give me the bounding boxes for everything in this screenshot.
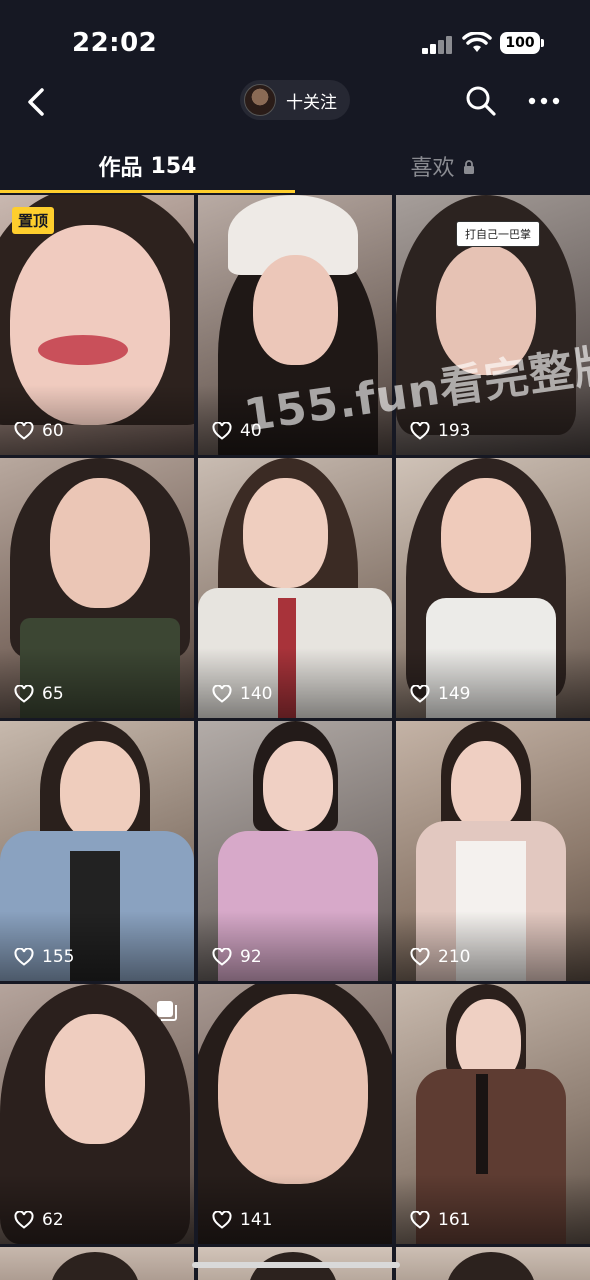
like-count-value: 149 bbox=[438, 684, 471, 704]
like-count-value: 161 bbox=[438, 1210, 471, 1230]
heart-icon bbox=[410, 948, 430, 966]
status-time: 22:02 bbox=[72, 28, 158, 58]
heart-icon bbox=[14, 422, 34, 440]
video-thumbnail[interactable]: 140 bbox=[198, 458, 392, 718]
pinned-badge: 置顶 bbox=[12, 207, 55, 234]
like-count: 161 bbox=[410, 1210, 470, 1230]
heart-icon bbox=[14, 1211, 34, 1229]
like-count-value: 65 bbox=[42, 684, 64, 704]
like-count-value: 92 bbox=[240, 947, 262, 967]
more-options-icon[interactable] bbox=[524, 84, 564, 118]
follow-button[interactable]: 十关注 bbox=[240, 80, 350, 120]
battery-level: 100 bbox=[505, 35, 535, 51]
tab-works-count: 154 bbox=[150, 153, 197, 179]
like-count: 141 bbox=[212, 1210, 272, 1230]
heart-icon bbox=[212, 948, 232, 966]
tab-works-label: 作品 bbox=[98, 156, 143, 181]
cellular-signal-icon bbox=[422, 34, 454, 54]
like-count-value: 62 bbox=[42, 1210, 64, 1230]
heart-icon bbox=[212, 422, 232, 440]
active-tab-indicator bbox=[0, 190, 295, 193]
battery-icon: 100 bbox=[500, 32, 544, 54]
tab-likes[interactable]: 喜欢 bbox=[295, 138, 590, 194]
heart-icon bbox=[14, 948, 34, 966]
tab-likes-label: 喜欢 bbox=[410, 156, 455, 181]
heart-icon bbox=[410, 1211, 430, 1229]
like-count: 155 bbox=[14, 947, 74, 967]
video-thumbnail[interactable]: 149 bbox=[396, 458, 590, 718]
status-bar: 22:02 100 bbox=[0, 0, 590, 80]
video-thumbnail[interactable]: 161 bbox=[396, 984, 590, 1244]
like-count: 149 bbox=[410, 684, 470, 704]
nav-bar: 十关注 bbox=[0, 72, 590, 130]
follow-label: 十关注 bbox=[286, 92, 337, 113]
search-icon[interactable] bbox=[464, 84, 498, 118]
like-count: 62 bbox=[14, 1210, 64, 1230]
tab-works[interactable]: 作品 154 bbox=[0, 138, 295, 194]
video-thumbnail[interactable]: 92 bbox=[198, 721, 392, 981]
like-count-value: 193 bbox=[438, 421, 471, 441]
wifi-icon bbox=[462, 32, 492, 52]
like-count: 92 bbox=[212, 947, 262, 967]
video-thumbnail[interactable]: 62 bbox=[0, 984, 194, 1244]
video-thumbnail[interactable] bbox=[0, 1247, 194, 1280]
video-sticker: 打自己一巴掌 bbox=[456, 221, 540, 247]
like-count: 210 bbox=[410, 947, 470, 967]
lock-icon bbox=[463, 160, 474, 174]
heart-icon bbox=[212, 685, 232, 703]
video-thumbnail[interactable]: 210 bbox=[396, 721, 590, 981]
like-count-value: 210 bbox=[438, 947, 471, 967]
heart-icon bbox=[410, 685, 430, 703]
multi-image-icon bbox=[157, 1001, 177, 1021]
heart-icon bbox=[410, 422, 430, 440]
back-chevron-icon[interactable] bbox=[18, 82, 58, 122]
heart-icon bbox=[14, 685, 34, 703]
like-count-value: 155 bbox=[42, 947, 75, 967]
like-count: 65 bbox=[14, 684, 64, 704]
like-count-value: 141 bbox=[240, 1210, 273, 1230]
video-thumbnail[interactable] bbox=[396, 1247, 590, 1280]
profile-tabs: 作品 154 喜欢 bbox=[0, 138, 590, 194]
like-count: 60 bbox=[14, 421, 64, 441]
like-count-value: 60 bbox=[42, 421, 64, 441]
like-count-value: 140 bbox=[240, 684, 273, 704]
avatar bbox=[244, 84, 276, 116]
video-thumbnail[interactable]: 155 bbox=[0, 721, 194, 981]
video-thumbnail[interactable]: 141 bbox=[198, 984, 392, 1244]
like-count: 140 bbox=[212, 684, 272, 704]
like-count: 193 bbox=[410, 421, 470, 441]
video-thumbnail[interactable]: 65 bbox=[0, 458, 194, 718]
home-indicator[interactable] bbox=[192, 1262, 400, 1268]
heart-icon bbox=[212, 1211, 232, 1229]
video-thumbnail[interactable]: 置顶 60 bbox=[0, 195, 194, 455]
